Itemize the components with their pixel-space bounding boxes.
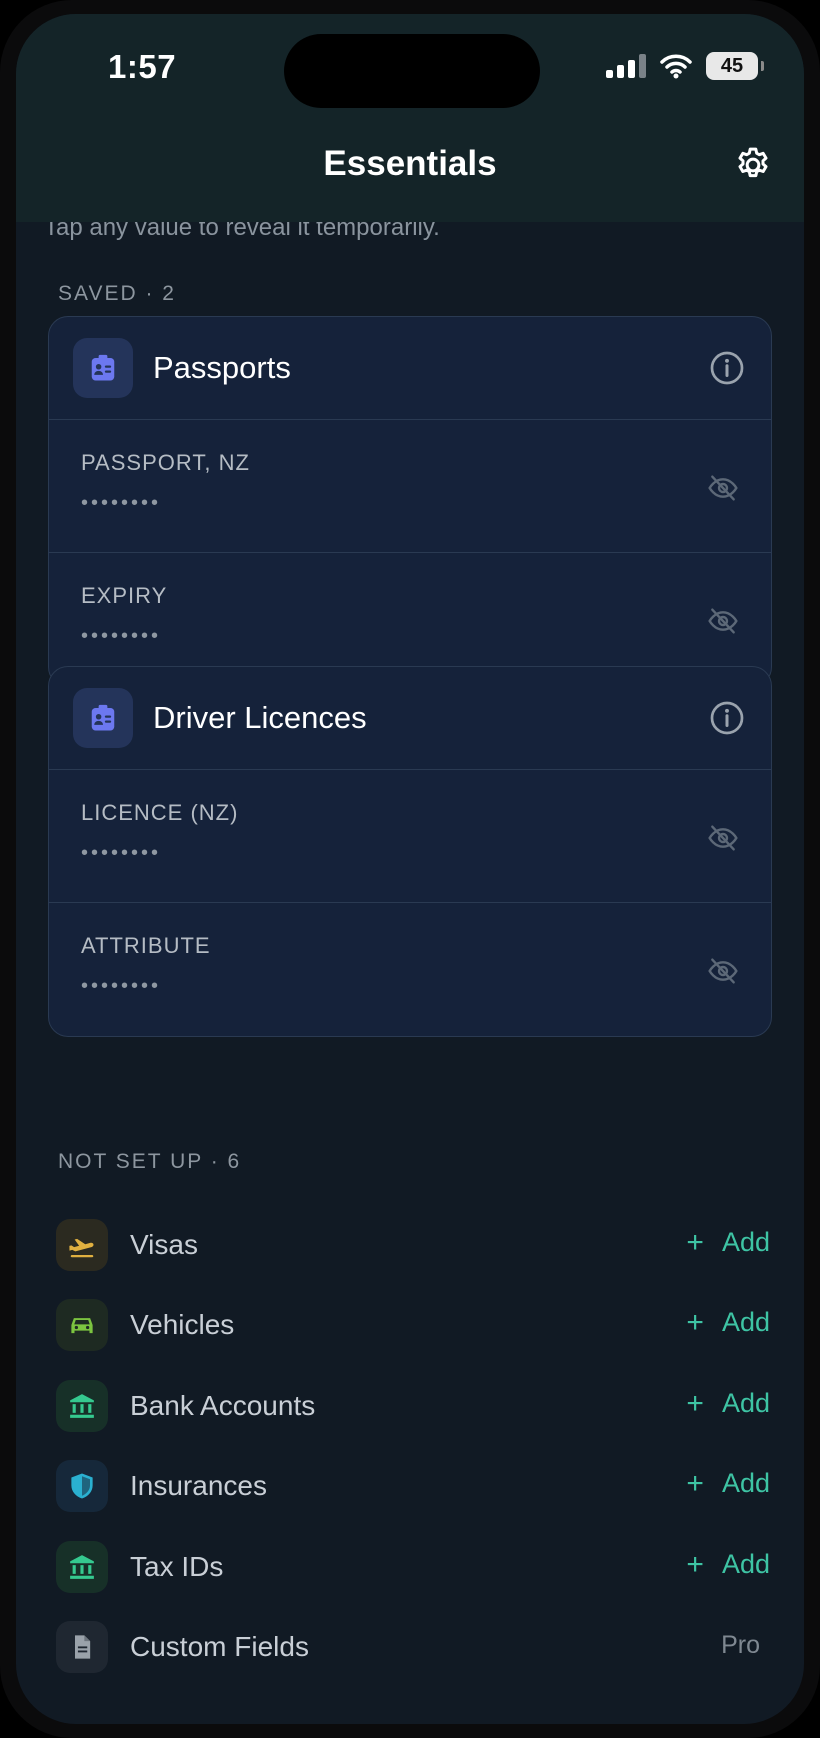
list-item-tax-ids[interactable]: Tax IDs + Add (56, 1539, 776, 1595)
id-badge-icon (73, 688, 133, 748)
page-title: Essentials (323, 144, 497, 183)
add-vehicles-button[interactable]: + Add (686, 1307, 770, 1338)
plus-icon: + (686, 1225, 704, 1259)
field-label: LICENCE (NZ) (81, 800, 239, 825)
list-item-label: Tax IDs (130, 1551, 224, 1582)
driver-licences-card: Driver Licences LICENCE (NZ) •••••••• AT… (48, 666, 772, 1037)
document-icon (56, 1621, 108, 1673)
wifi-icon (660, 54, 692, 79)
passports-card: Passports PASSPORT, NZ •••••••• EXPIRY •… (48, 316, 772, 687)
card-title: Passports (153, 350, 291, 385)
bank-icon (56, 1541, 108, 1593)
add-visas-button[interactable]: + Add (686, 1227, 770, 1258)
top-bar: 1:57 45 Essentials (16, 14, 804, 222)
field-label: EXPIRY (81, 583, 168, 608)
plus-icon: + (686, 1386, 704, 1420)
car-icon (56, 1299, 108, 1351)
card-header: Driver Licences (49, 667, 771, 770)
masked-value[interactable]: •••••••• (81, 842, 161, 865)
list-item-label: Custom Fields (130, 1631, 309, 1662)
screen: 1:57 45 Essentials Tap any value to reve… (16, 14, 804, 1724)
info-icon[interactable] (709, 350, 745, 386)
eye-off-icon[interactable] (707, 822, 739, 854)
add-label: Add (721, 1307, 770, 1337)
plus-icon: + (686, 1547, 704, 1581)
card-header: Passports (49, 317, 771, 420)
settings-button[interactable] (728, 140, 778, 190)
add-tax-ids-button[interactable]: + Add (686, 1549, 770, 1580)
list-item-custom-fields[interactable]: Custom Fields Pro (56, 1619, 776, 1675)
eye-off-icon[interactable] (707, 605, 739, 637)
pro-badge: Pro (721, 1631, 760, 1659)
plane-departure-icon (56, 1219, 108, 1271)
id-badge-icon (73, 338, 133, 398)
add-label: Add (721, 1468, 770, 1498)
cellular-signal-icon (606, 54, 646, 78)
status-time: 1:57 (108, 48, 177, 85)
masked-value[interactable]: •••••••• (81, 625, 161, 648)
list-item-bank-accounts[interactable]: Bank Accounts + Add (56, 1378, 776, 1434)
field-row[interactable]: LICENCE (NZ) •••••••• (49, 770, 771, 903)
dynamic-island (284, 34, 540, 108)
field-label: PASSPORT, NZ (81, 450, 250, 475)
not-setup-section-label: NOT SET UP · 6 (58, 1150, 242, 1173)
masked-value[interactable]: •••••••• (81, 975, 161, 998)
list-item-insurances[interactable]: Insurances + Add (56, 1458, 776, 1514)
plus-icon: + (686, 1305, 704, 1339)
status-icons: 45 (606, 52, 764, 80)
list-item-label: Visas (130, 1229, 198, 1260)
list-item-label: Bank Accounts (130, 1390, 316, 1421)
add-label: Add (721, 1549, 770, 1579)
add-insurances-button[interactable]: + Add (686, 1468, 770, 1499)
phone-frame: 1:57 45 Essentials Tap any value to reve… (0, 0, 820, 1738)
eye-off-icon[interactable] (707, 955, 739, 987)
field-row[interactable]: ATTRIBUTE •••••••• (49, 903, 771, 1036)
info-icon[interactable] (709, 700, 745, 736)
plus-icon: + (686, 1466, 704, 1500)
list-item-vehicles[interactable]: Vehicles + Add (56, 1297, 776, 1353)
field-row[interactable]: PASSPORT, NZ •••••••• (49, 420, 771, 553)
list-item-visas[interactable]: Visas + Add (56, 1217, 776, 1273)
shield-icon (56, 1460, 108, 1512)
add-bank-accounts-button[interactable]: + Add (686, 1388, 770, 1419)
field-label: ATTRIBUTE (81, 933, 211, 958)
battery-indicator: 45 (706, 52, 764, 80)
eye-off-icon[interactable] (707, 472, 739, 504)
bank-icon (56, 1380, 108, 1432)
gear-icon (738, 147, 768, 178)
card-title: Driver Licences (153, 700, 367, 735)
list-item-label: Vehicles (130, 1309, 235, 1340)
saved-section-label: SAVED · 2 (58, 282, 176, 305)
list-item-label: Insurances (130, 1470, 267, 1501)
add-label: Add (721, 1227, 770, 1257)
add-label: Add (721, 1388, 770, 1418)
masked-value[interactable]: •••••••• (81, 492, 161, 515)
